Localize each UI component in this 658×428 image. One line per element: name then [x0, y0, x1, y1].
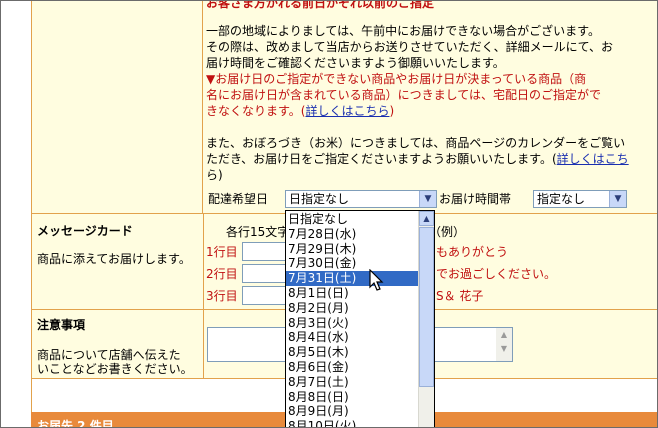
rice-line: ただき、お届け日をご指定くださいますようお願いいたします。(詳しくはこち — [206, 152, 629, 166]
browser-viewport: お客さま方がれる前日かそれ以前のご指定 一部の地域によりましては、午前中にお届け… — [0, 0, 658, 428]
warning-line: きなくなります。(詳しくはこちら) — [206, 104, 395, 118]
dropdown-option[interactable]: 7月30日(金) — [286, 256, 418, 271]
row-example: でお過ごしください。 — [436, 267, 557, 281]
dropdown-option[interactable]: 7月28日(水) — [286, 227, 418, 242]
notes-title: 注意事項 — [37, 318, 86, 332]
warning-line: ▼お届け日のご指定ができない商品やお届け日が決まっている商品（商 — [206, 72, 587, 86]
notice-content-cell: お客さま方がれる前日かそれ以前のご指定 一部の地域によりましては、午前中にお届け… — [203, 0, 657, 213]
time-label: お届け時間帯 — [439, 192, 512, 206]
dropdown-option[interactable]: 8月3日(火) — [286, 316, 418, 331]
chevron-down-icon[interactable]: ▼ — [609, 191, 626, 207]
message-line2-input[interactable] — [242, 264, 286, 283]
message-line3-input[interactable] — [242, 286, 286, 305]
dropdown-option[interactable]: 8月5日(木) — [286, 345, 418, 360]
dropdown-option[interactable]: 8月10日(火) — [286, 419, 418, 427]
rice-details-link[interactable]: 詳しくはこち — [557, 152, 629, 166]
scroll-thumb[interactable] — [419, 227, 434, 387]
message-line1-input[interactable] — [242, 242, 286, 261]
rice-line: また、おぼろづき（お米）につきましては、商品ページのカレンダーをご覧い — [206, 136, 626, 150]
row-example: もありがとう — [436, 245, 509, 259]
delivery-time-select[interactable]: 指定なし ▼ — [533, 190, 627, 208]
dropdown-option[interactable]: 8月1日(日) — [286, 286, 418, 301]
message-card-desc: 商品に添えてお届けします。 — [37, 252, 191, 266]
column-header: 各行15文字 — [226, 225, 290, 239]
notice-line: 届け時間をご確認くださいますよう御願いいたします。 — [206, 56, 505, 70]
notice-cell — [31, 1, 203, 213]
delivery-date-dropdown[interactable]: 日指定なし 7月28日(水) 7月29日(木) 7月30日(金) 7月31日(土) 8月1… — [285, 210, 435, 427]
delivery-date-select[interactable]: 日指定なし ▼ — [285, 190, 437, 208]
row-label: 1行目 — [206, 245, 238, 259]
warning-line: 名にお届け日が含まれている商品）につきましては、宅配日のご指定がで — [206, 88, 602, 102]
dropdown-option[interactable]: 7月29日(木) — [286, 242, 418, 257]
notes-desc: いことなどお書きください。 — [37, 362, 193, 376]
scroll-down-icon[interactable]: ▼ — [496, 342, 512, 356]
scroll-up-icon[interactable]: ▲ — [419, 211, 434, 226]
dropdown-option[interactable]: 8月6日(金) — [286, 360, 418, 375]
row-example: S＆ 花子 — [436, 289, 484, 303]
message-card-title: メッセージカード — [37, 224, 133, 238]
time-select-value: 指定なし — [537, 192, 586, 206]
notes-label-cell: 注意事項 商品について店舗へ伝えた いことなどお書きください。 — [31, 309, 204, 379]
notice-heading: お客さま方がれる前日かそれ以前のご指定 — [206, 0, 435, 10]
row-label: 2行目 — [206, 267, 238, 281]
date-select-value: 日指定なし — [289, 192, 350, 206]
scroll-up-icon[interactable]: ▲ — [496, 328, 512, 342]
rice-line: ら) — [206, 168, 223, 182]
date-label: 配達希望日 — [208, 192, 269, 206]
dropdown-scrollbar[interactable]: ▲ — [418, 211, 434, 427]
notice-line: 一部の地域によりましては、午前中にお届けできない場合がございます。 — [206, 24, 600, 38]
dropdown-option[interactable]: 8月9日(月) — [286, 404, 418, 419]
dropdown-option[interactable]: 8月8日(日) — [286, 390, 418, 405]
notice-line: その際は、改めまして当店からお送りさせていただく、詳細メールにて、お — [206, 40, 614, 54]
message-card-label-cell: メッセージカード 商品に添えてお届けします。 — [31, 213, 204, 310]
next-recipient-label: お届先 2 件目 — [37, 419, 114, 428]
dropdown-option[interactable]: 8月7日(土) — [286, 375, 418, 390]
dropdown-option[interactable]: 8月4日(水) — [286, 330, 418, 345]
textarea-scrollbar[interactable]: ▲ ▼ — [496, 328, 512, 361]
mouse-pointer-icon — [369, 269, 384, 291]
details-link[interactable]: 詳しくはこちら — [305, 104, 389, 118]
dropdown-option[interactable]: 8月2日(月) — [286, 301, 418, 316]
dropdown-option[interactable]: 7月31日(土) — [286, 271, 418, 287]
dropdown-option[interactable]: 日指定なし — [286, 212, 418, 227]
row-label: 3行目 — [206, 289, 238, 303]
chevron-down-icon[interactable]: ▼ — [419, 191, 436, 207]
